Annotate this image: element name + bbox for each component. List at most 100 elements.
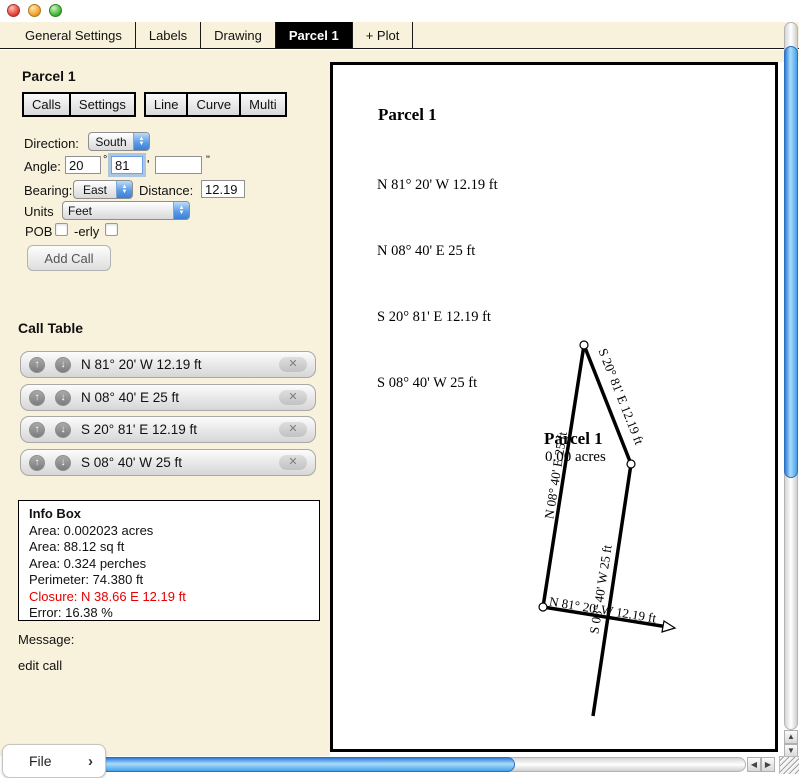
vertex-marker xyxy=(580,341,588,349)
pob-checkbox[interactable] xyxy=(55,223,68,236)
file-menu-label: File xyxy=(29,753,52,769)
popup-stepper-icon: ▲▼ xyxy=(116,181,132,198)
tab-label: Labels xyxy=(149,28,187,43)
move-up-icon[interactable]: ↑ xyxy=(29,390,45,406)
parcel-area-label: 0.00 acres xyxy=(545,449,606,465)
erly-label: -erly xyxy=(74,224,99,239)
tab-bar-gap xyxy=(0,50,799,62)
call-text: S 20° 81' E 12.19 ft xyxy=(81,422,279,437)
add-call-button[interactable]: Add Call xyxy=(27,245,111,271)
calls-button[interactable]: Calls xyxy=(22,92,71,117)
call-row: ↑ ↓ N 81° 20' W 12.19 ft ✕ xyxy=(20,351,316,378)
info-box-title: Info Box xyxy=(29,506,319,523)
popup-stepper-icon: ▲▼ xyxy=(173,202,189,219)
second-symbol: " xyxy=(206,154,210,166)
tab-bar: General Settings Labels Drawing Parcel 1… xyxy=(0,22,799,49)
delete-call-icon[interactable]: ✕ xyxy=(279,422,307,437)
delete-call-icon[interactable]: ✕ xyxy=(279,455,307,470)
settings-button[interactable]: Settings xyxy=(69,92,136,117)
move-up-icon[interactable]: ↑ xyxy=(29,455,45,471)
bearing-value: East xyxy=(74,181,116,198)
closure-value: Closure: N 38.66 E 12.19 ft xyxy=(29,589,319,606)
bearing-select[interactable]: East ▲▼ xyxy=(73,180,133,199)
call-row: ↑ ↓ S 08° 40' W 25 ft ✕ xyxy=(20,449,316,476)
angle-label: Angle: xyxy=(24,159,61,174)
zoom-window-icon[interactable] xyxy=(49,4,62,17)
call-row: ↑ ↓ S 20° 81' E 12.19 ft ✕ xyxy=(20,416,316,443)
panel-button-row: Calls Settings Line Curve Multi xyxy=(22,92,287,117)
tab-label: Drawing xyxy=(214,28,262,43)
parcel-drawing: N 81° 20' W 12.19 ft N 08° 40' E 25 ft S… xyxy=(333,65,775,749)
tab-add-plot[interactable]: + Plot xyxy=(353,22,414,48)
pob-label: POB xyxy=(25,224,52,239)
minimize-window-icon[interactable] xyxy=(28,4,41,17)
line-button[interactable]: Line xyxy=(144,92,189,117)
angle-minutes-input[interactable] xyxy=(111,156,143,174)
button-label: Add Call xyxy=(44,251,93,266)
resize-grip-icon[interactable] xyxy=(779,756,799,774)
move-down-icon[interactable]: ↓ xyxy=(55,422,71,438)
erly-checkbox[interactable] xyxy=(105,223,118,236)
delete-call-icon[interactable]: ✕ xyxy=(279,357,307,372)
distance-label: Distance: xyxy=(139,183,193,198)
angle-seconds-input[interactable] xyxy=(155,156,202,174)
scroll-up-icon[interactable]: ▲ xyxy=(784,730,798,744)
button-label: Curve xyxy=(196,97,231,112)
message-text: edit call xyxy=(18,658,62,673)
button-label: Line xyxy=(154,97,179,112)
pob-arrow-icon xyxy=(662,621,675,632)
button-label: Settings xyxy=(79,97,126,112)
parcel-panel: Parcel 1 Calls Settings Line Curve Multi… xyxy=(0,62,330,756)
call-text: S 08° 40' W 25 ft xyxy=(81,455,279,470)
area-acres: Area: 0.002023 acres xyxy=(29,523,319,540)
units-label: Units xyxy=(24,204,54,219)
scroll-left-icon[interactable]: ◀ xyxy=(747,757,761,772)
popup-stepper-icon: ▲▼ xyxy=(133,133,149,150)
multi-button[interactable]: Multi xyxy=(239,92,286,117)
panel-title: Parcel 1 xyxy=(22,68,76,84)
call-row: ↑ ↓ N 08° 40' E 25 ft ✕ xyxy=(20,384,316,411)
move-up-icon[interactable]: ↑ xyxy=(29,357,45,373)
bearing-label: Bearing: xyxy=(24,183,72,198)
distance-input[interactable] xyxy=(201,180,245,198)
move-down-icon[interactable]: ↓ xyxy=(55,455,71,471)
error-value: Error: 16.38 % xyxy=(29,605,319,622)
direction-value: South xyxy=(89,133,133,150)
vertical-scrollbar-thumb[interactable] xyxy=(784,46,798,478)
plot-canvas: Parcel 1 N 81° 20' W 12.19 ft N 08° 40' … xyxy=(330,62,778,752)
message-label: Message: xyxy=(18,632,74,647)
tab-drawing[interactable]: Drawing xyxy=(201,22,276,48)
tab-label: General Settings xyxy=(25,28,122,43)
tab-labels[interactable]: Labels xyxy=(136,22,201,48)
call-table-title: Call Table xyxy=(18,320,83,336)
move-down-icon[interactable]: ↓ xyxy=(55,390,71,406)
curve-button[interactable]: Curve xyxy=(186,92,241,117)
units-select[interactable]: Feet ▲▼ xyxy=(62,201,190,220)
call-text: N 81° 20' W 12.19 ft xyxy=(81,357,279,372)
area-perches: Area: 0.324 perches xyxy=(29,556,319,573)
area-sqft: Area: 88.12 sq ft xyxy=(29,539,319,556)
vertex-marker xyxy=(539,603,547,611)
scroll-right-icon[interactable]: ▶ xyxy=(761,757,775,772)
tab-label: + Plot xyxy=(366,28,400,43)
info-box: Info Box Area: 0.002023 acres Area: 88.1… xyxy=(18,500,320,621)
degree-symbol: ° xyxy=(103,154,107,166)
button-label: Multi xyxy=(249,97,276,112)
call-text: N 08° 40' E 25 ft xyxy=(81,390,279,405)
close-window-icon[interactable] xyxy=(7,4,20,17)
vertex-marker xyxy=(627,460,635,468)
angle-degrees-input[interactable] xyxy=(65,156,101,174)
units-value: Feet xyxy=(63,202,173,219)
tab-parcel-1[interactable]: Parcel 1 xyxy=(276,22,353,48)
delete-call-icon[interactable]: ✕ xyxy=(279,390,307,405)
direction-select[interactable]: South ▲▼ xyxy=(88,132,150,151)
parcel-center-label: Parcel 1 xyxy=(544,429,603,448)
file-menu-button[interactable]: File › xyxy=(2,744,106,778)
tab-general-settings[interactable]: General Settings xyxy=(12,22,136,48)
move-up-icon[interactable]: ↑ xyxy=(29,422,45,438)
direction-label: Direction: xyxy=(24,136,79,151)
minute-symbol: ' xyxy=(147,157,149,172)
perimeter: Perimeter: 74.380 ft xyxy=(29,572,319,589)
move-down-icon[interactable]: ↓ xyxy=(55,357,71,373)
title-bar xyxy=(0,0,799,22)
